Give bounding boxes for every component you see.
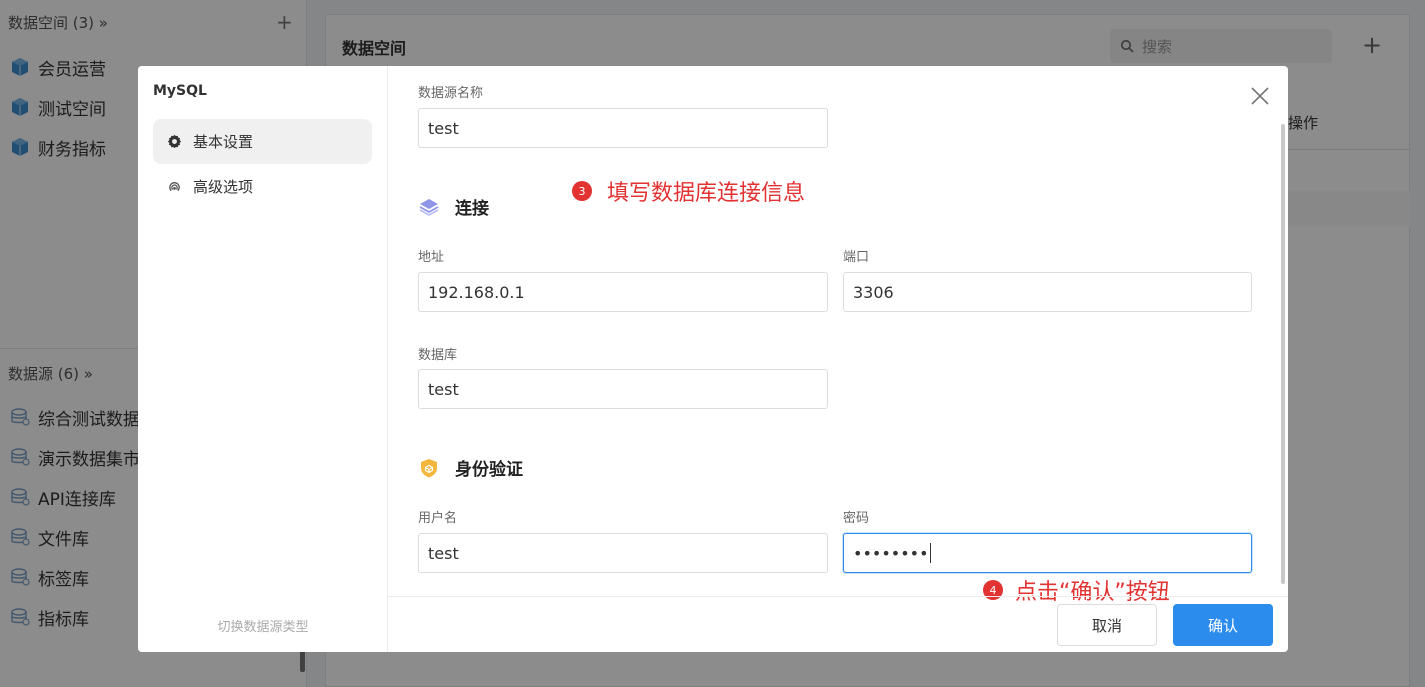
gear-icon xyxy=(167,134,182,149)
password-label: 密码 xyxy=(843,511,870,526)
name-input[interactable]: test xyxy=(418,108,828,148)
source-type-title: MySQL xyxy=(153,83,207,99)
modal-scrollbar[interactable] xyxy=(1281,124,1285,584)
username-value: test xyxy=(428,543,459,563)
switch-source-type-link[interactable]: 切换数据源类型 xyxy=(138,616,388,635)
annotation-step-4: 4 点击“确认”按钮 xyxy=(983,574,1170,606)
nav-advanced-options-label: 高级选项 xyxy=(193,178,254,196)
address-value: 192.168.0.1 xyxy=(428,282,525,302)
password-value: •••••••• xyxy=(853,543,929,563)
auth-section-title: 身份验证 xyxy=(418,455,523,480)
port-input[interactable]: 3306 xyxy=(843,272,1252,312)
username-input[interactable]: test xyxy=(418,533,828,573)
close-icon[interactable] xyxy=(1249,85,1271,107)
step-4-text: 点击“确认”按钮 xyxy=(1015,580,1170,605)
auth-title-text: 身份验证 xyxy=(455,460,523,480)
port-value: 3306 xyxy=(853,282,894,302)
name-label: 数据源名称 xyxy=(418,86,484,101)
cancel-button[interactable]: 取消 xyxy=(1057,604,1157,646)
modal-form: 数据源名称 test 连接 地址 192.168.0.1 端口 3306 数据库… xyxy=(388,66,1288,596)
name-value: test xyxy=(428,118,459,138)
address-input[interactable]: 192.168.0.1 xyxy=(418,272,828,312)
shield-icon xyxy=(421,458,437,477)
modal-footer-divider xyxy=(388,596,1288,597)
username-label: 用户名 xyxy=(418,511,458,526)
port-label: 端口 xyxy=(843,250,870,265)
modal-sidebar: MySQL 基本设置 高级选项 切换数据源类型 xyxy=(138,66,388,652)
connection-title-text: 连接 xyxy=(455,199,489,219)
layers-icon xyxy=(419,198,439,216)
database-value: test xyxy=(428,379,459,399)
nav-basic-settings-label: 基本设置 xyxy=(193,133,254,151)
text-caret xyxy=(929,543,931,563)
step-3-badge: 3 xyxy=(572,181,592,201)
address-label: 地址 xyxy=(418,250,445,265)
step-3-text: 填写数据库连接信息 xyxy=(607,181,806,206)
nav-advanced-options[interactable]: 高级选项 xyxy=(153,164,372,209)
database-label: 数据库 xyxy=(418,348,458,363)
annotation-step-3: 3 填写数据库连接信息 xyxy=(572,175,805,207)
confirm-button[interactable]: 确认 xyxy=(1173,604,1273,646)
signal-icon xyxy=(169,182,180,192)
password-input[interactable]: •••••••• xyxy=(843,533,1252,573)
database-input[interactable]: test xyxy=(418,369,828,409)
connection-section-title: 连接 xyxy=(418,194,489,219)
datasource-modal: MySQL 基本设置 高级选项 切换数据源类型 数据源名称 test 连接 地址… xyxy=(138,66,1288,652)
step-4-badge: 4 xyxy=(983,580,1003,600)
nav-basic-settings[interactable]: 基本设置 xyxy=(153,119,372,164)
